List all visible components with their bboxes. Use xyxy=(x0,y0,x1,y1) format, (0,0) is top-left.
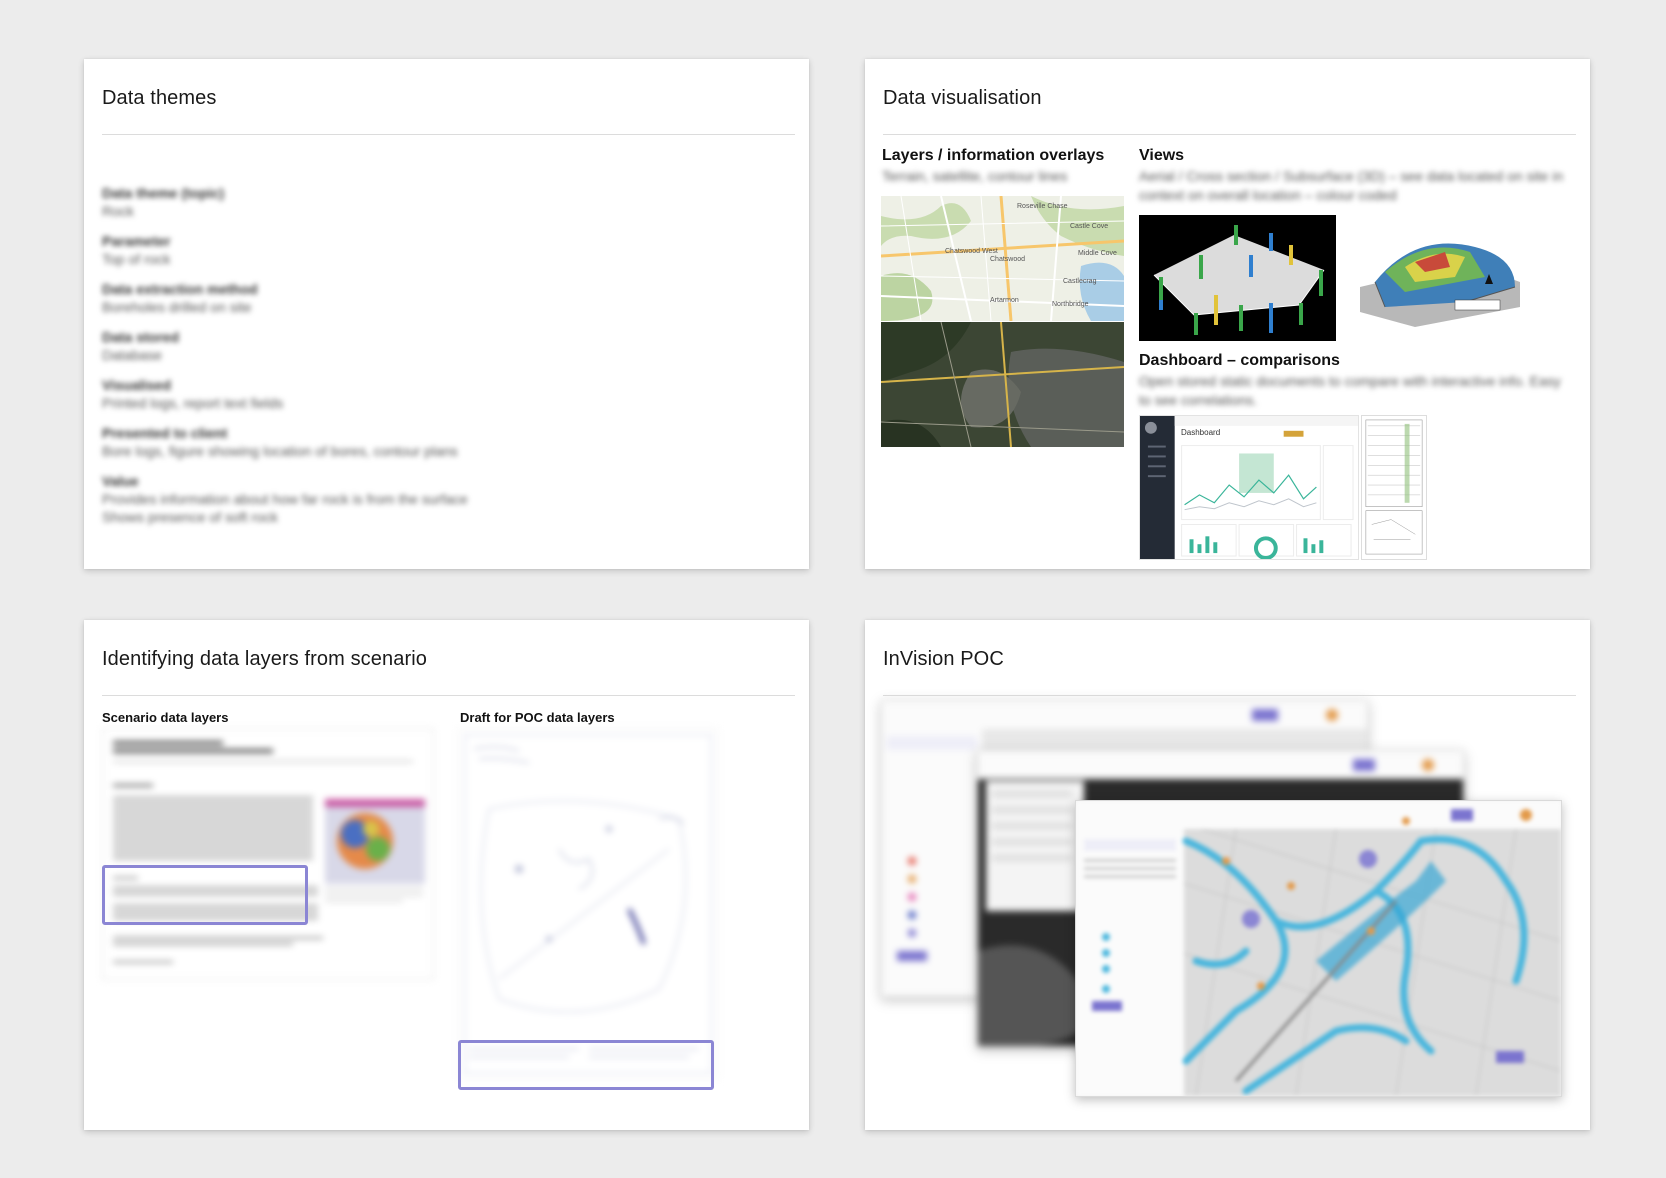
divider xyxy=(883,134,1576,135)
theme-item: Data extraction method Boreholes drilled… xyxy=(102,280,622,316)
divider xyxy=(883,695,1576,696)
slide-data-visualisation: Data visualisation Layers / information … xyxy=(865,59,1590,569)
layers-description: Terrain, satellite, contour lines xyxy=(882,168,1068,184)
theme-value: Bore logs, figure showing location of bo… xyxy=(102,443,458,459)
slide-title: Data themes xyxy=(102,87,217,109)
layers-heading: Layers / information overlays xyxy=(882,147,1105,164)
map-label: Artarmon xyxy=(990,297,1019,304)
document-image xyxy=(1361,415,1427,560)
map-label: Middle Cove xyxy=(1078,250,1117,257)
theme-label: Data extraction method xyxy=(102,281,258,297)
theme-item: Data stored Database xyxy=(102,328,622,364)
map-label: Castlecrag xyxy=(1063,278,1097,285)
theme-item: Data theme (topic) Rock xyxy=(102,184,622,220)
theme-label: Data theme (topic) xyxy=(102,185,225,201)
theme-list: Data theme (topic) Rock Parameter Top of… xyxy=(102,184,622,538)
draft-heading: Draft for POC data layers xyxy=(460,710,615,725)
draft-sketch xyxy=(458,728,718,1080)
theme-value: Printed logs, report text fields xyxy=(102,395,284,411)
slide-invision-poc: InVision POC xyxy=(865,620,1590,1130)
slide-title: Data visualisation xyxy=(883,87,1042,109)
theme-label: Presented to client xyxy=(102,425,228,441)
dashboard-description: Open stored static documents to compare … xyxy=(1139,373,1561,408)
theme-value: Rock xyxy=(102,203,134,219)
views-heading: Views xyxy=(1139,147,1185,164)
scenario-highlight xyxy=(102,865,308,925)
theme-label: Parameter xyxy=(102,233,171,249)
theme-label: Value xyxy=(102,473,139,489)
scenario-document xyxy=(102,728,434,980)
theme-value: Database xyxy=(102,347,162,363)
map-label: Roseville Chase xyxy=(1017,203,1068,210)
scenario-heading: Scenario data layers xyxy=(102,710,229,725)
dashboard-heading: Dashboard – comparisons xyxy=(1139,352,1340,369)
theme-item: Visualised Printed logs, report text fie… xyxy=(102,376,622,412)
theme-label: Data stored xyxy=(102,329,180,345)
subsurface-3d-image xyxy=(1355,212,1528,342)
theme-item: Presented to client Bore logs, figure sh… xyxy=(102,424,622,460)
slide-title: InVision POC xyxy=(883,648,1004,670)
map-label: Chatswood xyxy=(990,256,1026,263)
dashboard-image xyxy=(1139,415,1359,560)
satellite-map-image xyxy=(881,322,1124,447)
theme-value: Provides information about how far rock … xyxy=(102,491,468,525)
slide-title: Identifying data layers from scenario xyxy=(102,648,427,670)
poc-screen-front xyxy=(1075,800,1562,1097)
borehole-3d-image xyxy=(1139,215,1336,341)
divider xyxy=(102,695,795,696)
theme-value: Boreholes drilled on site xyxy=(102,299,252,315)
map-label: Northbridge xyxy=(1052,301,1089,308)
divider xyxy=(102,134,795,135)
slide-identifying-data-layers: Identifying data layers from scenario Sc… xyxy=(84,620,809,1130)
theme-value: Top of rock xyxy=(102,251,171,267)
theme-label: Visualised xyxy=(102,377,172,393)
slide-data-themes: Data themes Data theme (topic) Rock Para… xyxy=(84,59,809,569)
theme-item: Value Provides information about how far… xyxy=(102,472,622,526)
map-label: Castle Cove xyxy=(1070,223,1109,230)
views-description: Aerial / Cross section / Subsurface (3D)… xyxy=(1139,168,1564,203)
theme-item: Parameter Top of rock xyxy=(102,232,622,268)
draft-highlight xyxy=(458,1040,714,1090)
dashboard-title: Dashboard xyxy=(1181,428,1221,437)
